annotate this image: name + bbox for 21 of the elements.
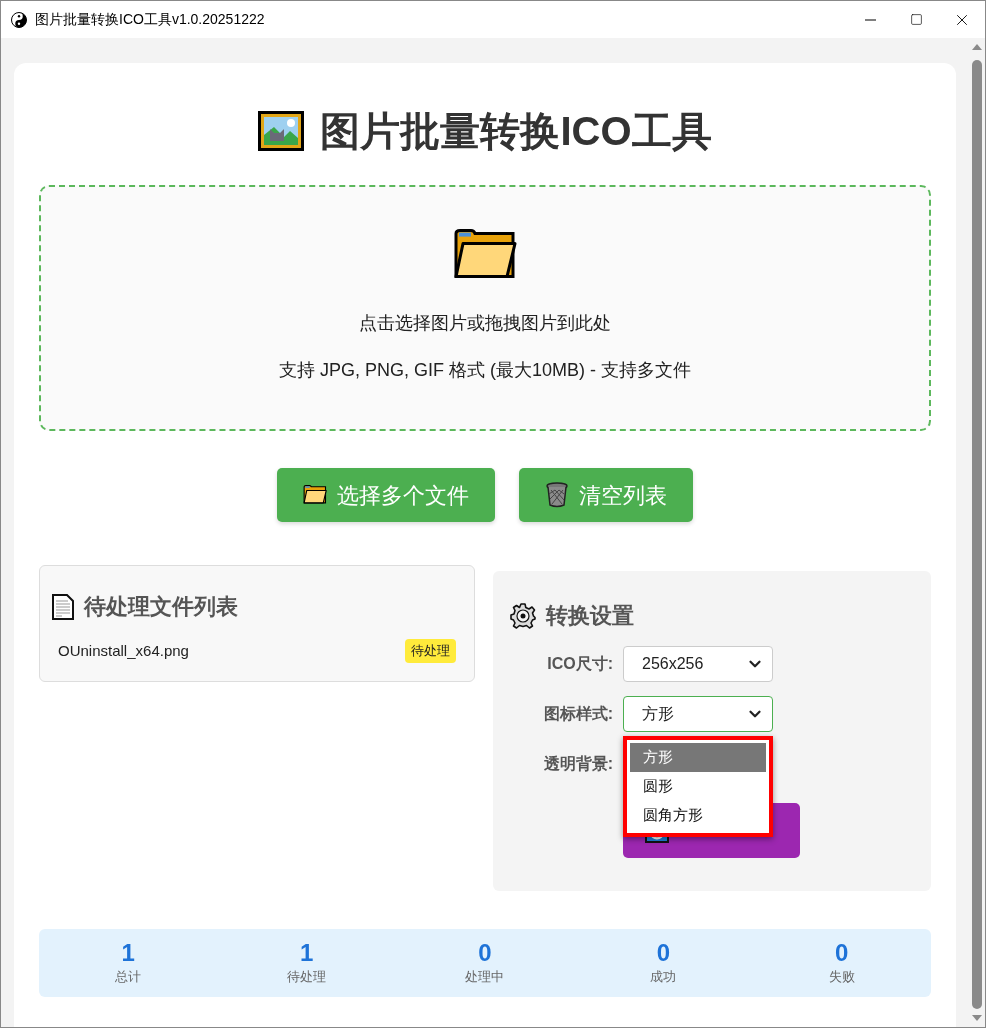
stat-value: 0 <box>478 939 492 968</box>
stat-value: 1 <box>121 939 135 968</box>
stat-label: 处理中 <box>465 968 505 987</box>
stat-value: 0 <box>835 939 849 968</box>
stat-label: 总计 <box>115 968 142 987</box>
status-badge: 待处理 <box>405 639 456 663</box>
format-hint: 支持 JPG, PNG, GIF 格式 (最大10MB) - 支持多文件 <box>279 359 691 383</box>
stat-value: 1 <box>299 939 314 968</box>
stat-label: 成功 <box>650 968 677 987</box>
page-title: 图片批量转换ICO工具 <box>320 108 712 155</box>
drop-prompt: 点击选择图片或拖拽图片到此处 <box>359 312 611 336</box>
panel-title: 转换设置 <box>546 602 634 630</box>
panel-title: 待处理文件列表 <box>84 593 238 621</box>
field-label: 图标样式: <box>542 704 614 724</box>
field-label: ICO尺寸: <box>546 654 614 674</box>
stat-label: 待处理 <box>287 968 327 987</box>
file-name: OUninstall_x64.png <box>58 640 189 661</box>
window-title: 图片批量转换ICO工具v1.0.20251222 <box>35 10 265 29</box>
stat-label: 失败 <box>828 968 855 987</box>
field-label: 透明背景: <box>542 754 614 774</box>
stat-value: 0 <box>656 939 671 968</box>
